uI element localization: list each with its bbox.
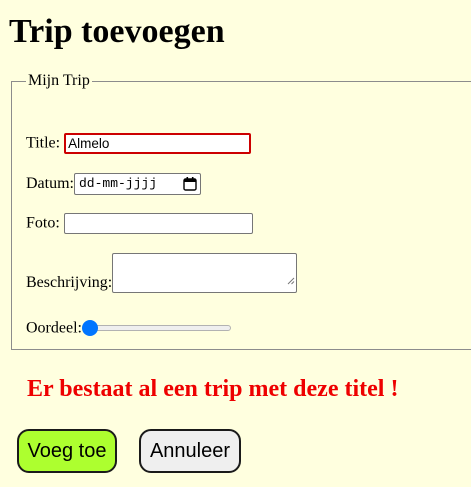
title-row: Title: Almelo xyxy=(26,133,252,154)
beschrijving-row: Beschrijving: xyxy=(26,253,305,293)
beschrijving-label: Beschrijving: xyxy=(26,274,113,291)
trip-form: Mijn Trip Title: Almelo Datum: dd-mm-jjj… xyxy=(11,72,471,350)
resize-handle-icon[interactable] xyxy=(287,277,295,285)
slider-track xyxy=(83,325,231,332)
voeg-toe-button[interactable]: Voeg toe xyxy=(17,429,117,473)
beschrijving-textarea[interactable] xyxy=(112,253,298,293)
oordeel-label: Oordeel: xyxy=(26,319,82,337)
datum-input[interactable]: dd-mm-jjjj xyxy=(74,173,201,195)
page-title: Trip toevoegen xyxy=(9,13,225,50)
foto-row: Foto: xyxy=(26,213,253,234)
title-label: Title: xyxy=(26,134,61,152)
datum-row: Datum: dd-mm-jjjj xyxy=(26,173,201,195)
datum-label: Datum: xyxy=(26,175,74,192)
foto-label: Foto: xyxy=(26,214,60,232)
oordeel-row: Oordeel: xyxy=(26,318,231,338)
datum-placeholder: dd-mm-jjjj xyxy=(79,176,158,191)
calendar-icon[interactable] xyxy=(183,177,197,191)
title-input[interactable]: Almelo xyxy=(64,133,252,154)
foto-input[interactable] xyxy=(63,213,253,234)
annuleer-button[interactable]: Annuleer xyxy=(139,429,241,473)
form-legend: Mijn Trip xyxy=(28,72,90,89)
oordeel-slider[interactable] xyxy=(81,319,231,337)
error-message: Er bestaat al een trip met deze titel ! xyxy=(27,376,399,402)
slider-thumb[interactable] xyxy=(81,320,98,337)
